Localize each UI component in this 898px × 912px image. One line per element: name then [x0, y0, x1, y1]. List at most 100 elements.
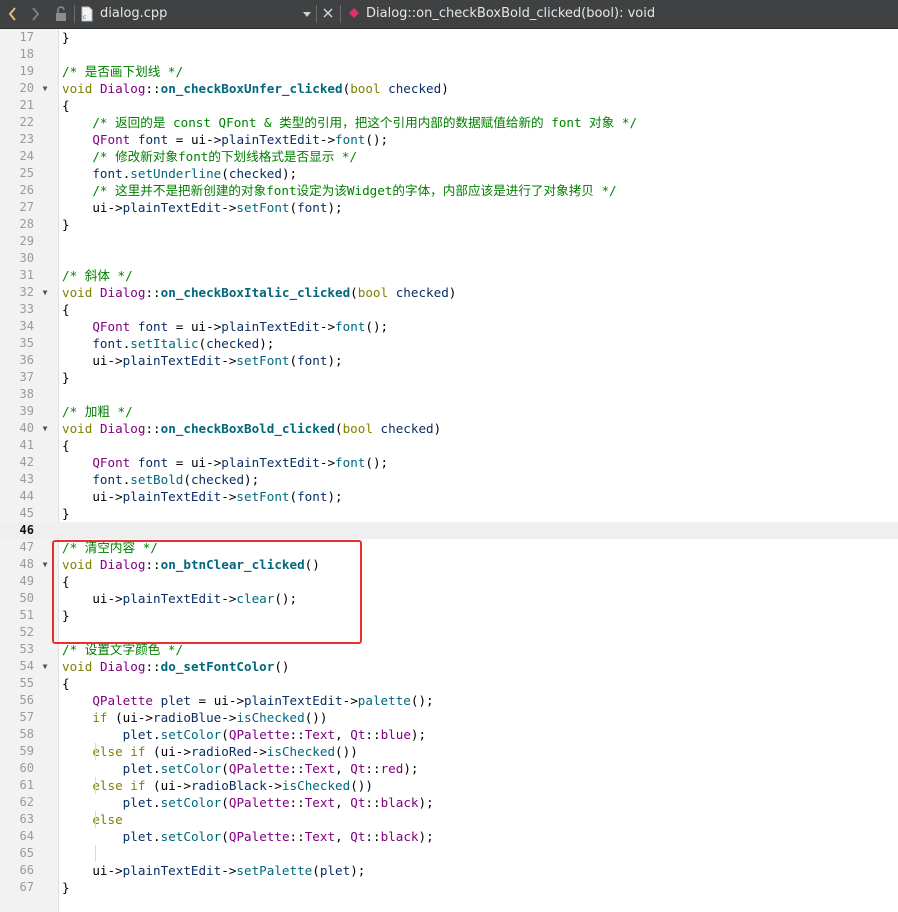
lock-icon[interactable] [54, 0, 68, 28]
code-line[interactable]: 55 { [0, 675, 898, 692]
code-line[interactable]: 27 ui->plainTextEdit->setFont(font); [0, 199, 898, 216]
code-line[interactable]: 18 [0, 46, 898, 63]
code-line[interactable]: 29 [0, 233, 898, 250]
code-line[interactable]: 43 font.setBold(checked); [0, 471, 898, 488]
code-line[interactable]: 36 ui->plainTextEdit->setFont(font); [0, 352, 898, 369]
code-line[interactable]: 22 /* 返回的是 const QFont & 类型的引用，把这个引用内部的数… [0, 114, 898, 131]
code-line[interactable]: 19 /* 是否画下划线 */ [0, 63, 898, 80]
line-number: 30 [19, 251, 34, 265]
code-line[interactable]: 62 plet.setColor(QPalette::Text, Qt::bla… [0, 794, 898, 811]
line-number: 35 [19, 336, 34, 350]
line-number: 23 [19, 132, 34, 146]
code-line[interactable]: 24 /* 修改新对象font的下划线格式是否显示 */ [0, 148, 898, 165]
code-text: else if (ui->radioBlack->isChecked()) [92, 778, 373, 793]
code-line[interactable]: 45} [0, 505, 898, 522]
line-number: 57 [19, 710, 34, 724]
line-number: 65 [19, 846, 34, 860]
code-text: else [92, 812, 123, 827]
triangle-down-icon[interactable] [302, 0, 312, 28]
code-text: font.setUnderline(checked); [92, 166, 298, 181]
line-number: 44 [19, 489, 34, 503]
code-line[interactable]: 59 else if (ui->radioRed->isChecked()) [0, 743, 898, 760]
line-number: 43 [19, 472, 34, 486]
close-icon[interactable] [321, 0, 335, 28]
code-line[interactable]: 20 ▼ void Dialog::on_checkBoxUnfer_clicked… [0, 80, 898, 97]
code-line[interactable]: 39 /* 加粗 */ [0, 403, 898, 420]
code-line[interactable]: 67} [0, 879, 898, 896]
code-line[interactable]: 33 { [0, 301, 898, 318]
highlight-annotation-box [52, 540, 362, 644]
code-line[interactable]: 32 ▼ void Dialog::on_checkBoxItalic_clicke… [0, 284, 898, 301]
code-line[interactable]: 61 else if (ui->radioBlack->isChecked()) [0, 777, 898, 794]
code-line[interactable]: 34 QFont font = ui->plainTextEdit->font(… [0, 318, 898, 335]
fold-marker-icon[interactable]: ▼ [40, 658, 50, 675]
code-text: QFont font = ui->plainTextEdit->font(); [92, 132, 389, 147]
code-line[interactable]: 25 font.setUnderline(checked); [0, 165, 898, 182]
code-line[interactable]: 23 QFont font = ui->plainTextEdit->font(… [0, 131, 898, 148]
fold-marker-icon[interactable]: ▼ [40, 556, 50, 573]
code-line[interactable]: 30 [0, 250, 898, 267]
code-line[interactable]: 60 plet.setColor(QPalette::Text, Qt::red… [0, 760, 898, 777]
line-number: 27 [19, 200, 34, 214]
code-line[interactable]: 28} [0, 216, 898, 233]
line-number: 31 [19, 268, 34, 282]
code-text: plet.setColor(QPalette::Text, Qt::black)… [122, 829, 434, 844]
line-number: 17 [19, 30, 34, 44]
code-line[interactable]: 58 plet.setColor(QPalette::Text, Qt::blu… [0, 726, 898, 743]
line-number: 24 [19, 149, 34, 163]
code-line[interactable]: 42 QFont font = ui->plainTextEdit->font(… [0, 454, 898, 471]
code-line[interactable]: 40 ▼ void Dialog::on_checkBoxBold_clicked(… [0, 420, 898, 437]
line-number: 32 [19, 285, 34, 299]
code-line[interactable]: 35 font.setItalic(checked); [0, 335, 898, 352]
line-number: 37 [19, 370, 34, 384]
code-line[interactable]: 65 [0, 845, 898, 862]
code-text: } [62, 30, 70, 45]
editor-toolbar: c dialog.cpp Dialog::on_checkBoxBold_cli… [0, 0, 898, 29]
line-number: 54 [19, 659, 34, 673]
code-line[interactable]: 57 if (ui->radioBlue->isChecked()) [0, 709, 898, 726]
line-number: 40 [19, 421, 34, 435]
fold-marker-icon[interactable]: ▼ [40, 284, 50, 301]
code-line[interactable]: 31 /* 斜体 */ [0, 267, 898, 284]
code-editor[interactable]: 17} 18 19/* 是否画下划线 */20 ▼ void Dialog::on_ch… [0, 29, 898, 912]
code-line[interactable]: 37} [0, 369, 898, 386]
code-line[interactable]: 44 ui->plainTextEdit->setFont(font); [0, 488, 898, 505]
code-text: { [62, 302, 70, 317]
line-number: 61 [19, 778, 34, 792]
code-text: /* 修改新对象font的下划线格式是否显示 */ [62, 149, 358, 164]
code-line[interactable]: 64 plet.setColor(QPalette::Text, Qt::bla… [0, 828, 898, 845]
line-number: 25 [19, 166, 34, 180]
code-line[interactable]: 56 QPalette plet = ui->plainTextEdit->pa… [0, 692, 898, 709]
fold-marker-icon[interactable]: ▼ [40, 80, 50, 97]
code-text: /* 加粗 */ [62, 404, 133, 419]
code-text: /* 这里并不是把新创建的对象font设定为该Widget的字体，内部应该是进行… [62, 183, 617, 198]
file-name[interactable]: dialog.cpp [100, 0, 167, 28]
line-number: 48 [19, 557, 34, 571]
line-number: 18 [19, 47, 34, 61]
chevron-left-icon[interactable] [7, 0, 21, 28]
code-text: ui->plainTextEdit->setFont(font); [62, 200, 343, 215]
code-text: } [62, 506, 70, 521]
code-text: QPalette plet = ui->plainTextEdit->palet… [92, 693, 434, 708]
fold-marker-icon[interactable]: ▼ [40, 420, 50, 437]
code-line[interactable]: 46 [0, 522, 898, 539]
code-line[interactable]: 63 else [0, 811, 898, 828]
code-line[interactable]: 21 { [0, 97, 898, 114]
line-number: 26 [19, 183, 34, 197]
line-number: 49 [19, 574, 34, 588]
code-line[interactable]: 26 /* 这里并不是把新创建的对象font设定为该Widget的字体，内部应该… [0, 182, 898, 199]
code-text: { [62, 98, 70, 113]
line-number: 55 [19, 676, 34, 690]
code-line[interactable]: 17} [0, 29, 898, 46]
code-line[interactable]: 38 [0, 386, 898, 403]
code-text: } [62, 370, 70, 385]
current-symbol[interactable]: Dialog::on_checkBoxBold_clicked(bool): v… [366, 0, 655, 28]
line-number: 66 [19, 863, 34, 877]
chevron-right-icon[interactable] [29, 0, 43, 28]
code-line[interactable]: 66 ui->plainTextEdit->setPalette(plet); [0, 862, 898, 879]
indent-guide [95, 777, 96, 794]
code-text: ui->plainTextEdit->setPalette(plet); [62, 863, 366, 878]
code-line[interactable]: 54 ▼ void Dialog::do_setFontColor() [0, 658, 898, 675]
code-line[interactable]: 41 { [0, 437, 898, 454]
code-text: void Dialog::on_checkBoxItalic_clicked(b… [62, 285, 457, 300]
